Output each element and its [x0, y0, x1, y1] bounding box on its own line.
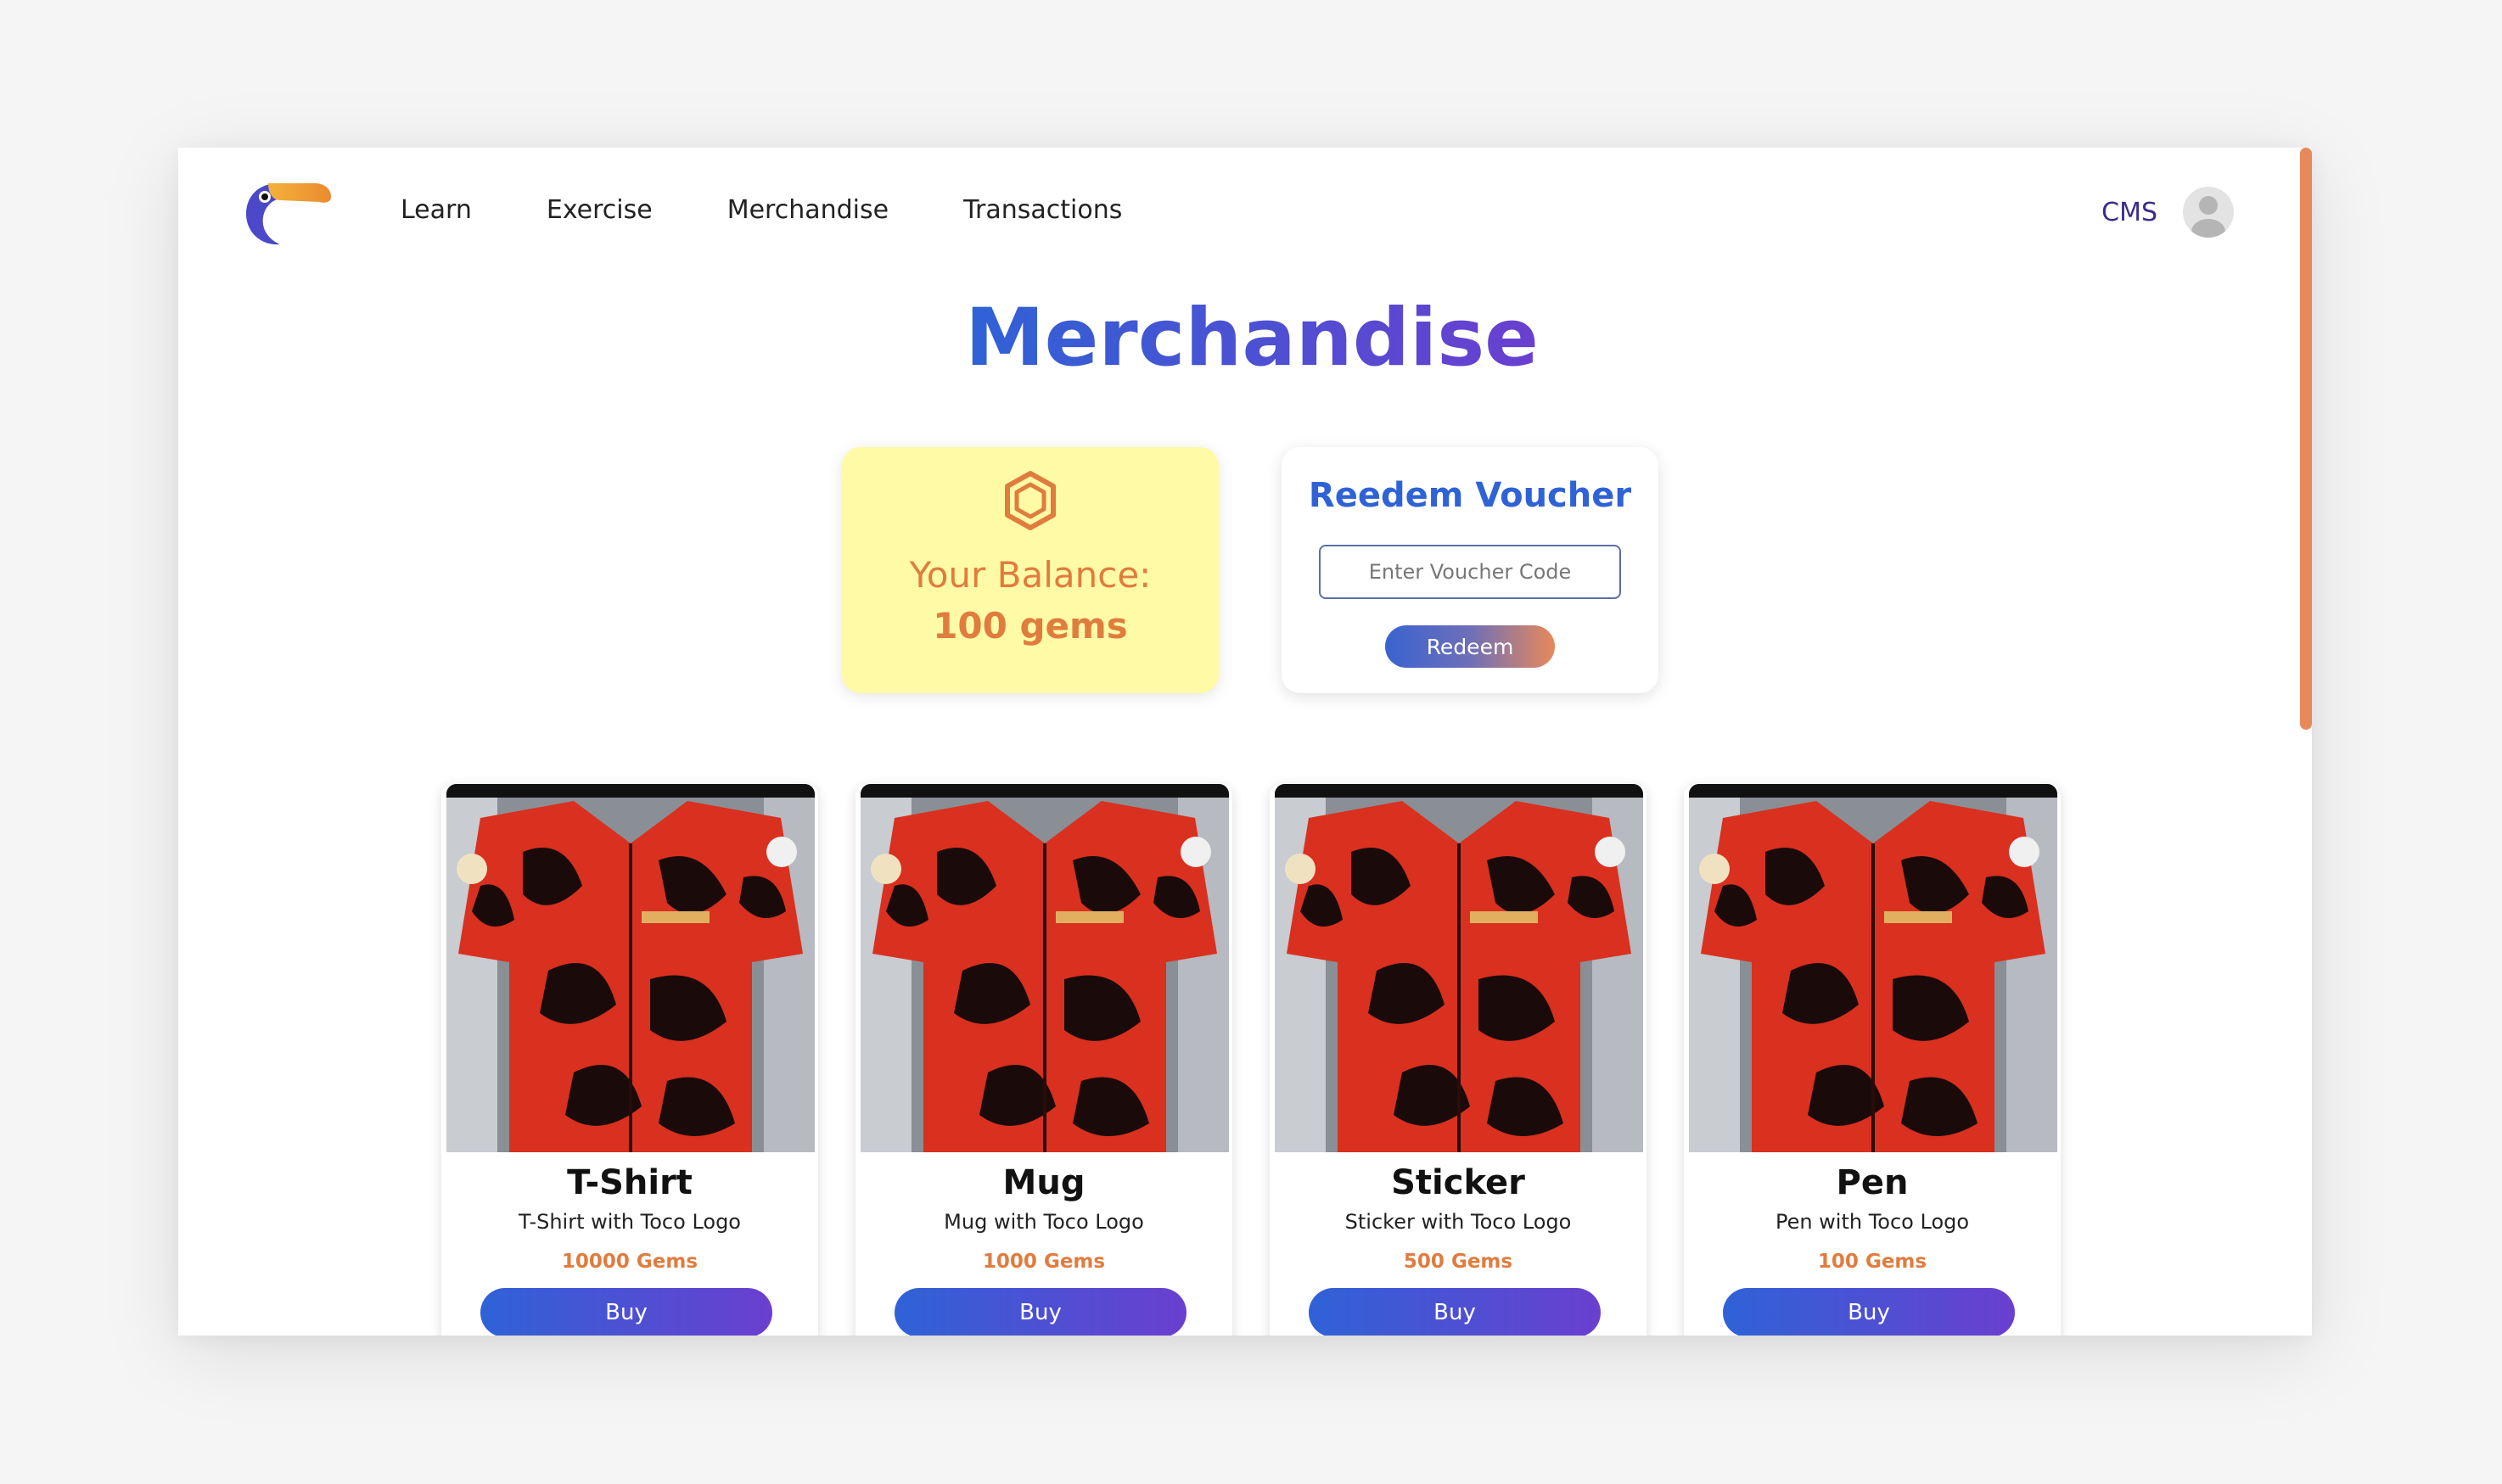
buy-button[interactable]: Buy	[1723, 1288, 2015, 1336]
voucher-card: Reedem Voucher Redeem	[1282, 447, 1658, 693]
nav-merchandise[interactable]: Merchandise	[727, 195, 889, 225]
shirt-photo-image	[1275, 784, 1643, 1152]
buy-button[interactable]: Buy	[895, 1288, 1186, 1336]
voucher-code-input[interactable]	[1319, 545, 1621, 599]
product-price: 1000 Gems	[982, 1251, 1106, 1273]
product-description: Pen with Toco Logo	[1775, 1210, 1970, 1234]
product-price: 10000 Gems	[561, 1251, 698, 1273]
product-description: Mug with Toco Logo	[944, 1210, 1144, 1234]
product-card-mug: Mug Mug with Toco Logo 1000 Gems Buy	[856, 784, 1232, 1336]
balance-card: Your Balance: 100 gems	[842, 447, 1219, 693]
product-name: Mug	[1002, 1163, 1086, 1202]
buy-button[interactable]: Buy	[1309, 1288, 1601, 1336]
product-image	[446, 784, 815, 1152]
scrollbar-thumb[interactable]	[2300, 148, 2312, 730]
user-avatar[interactable]	[2183, 187, 2234, 238]
product-description: T-Shirt with Toco Logo	[518, 1210, 741, 1234]
nav-learn[interactable]: Learn	[401, 195, 472, 225]
product-image	[1275, 784, 1643, 1152]
product-name: Pen	[1836, 1163, 1909, 1202]
product-image	[861, 784, 1229, 1152]
shirt-photo-image	[861, 784, 1229, 1152]
nav-transactions[interactable]: Transactions	[963, 195, 1122, 225]
product-image	[1689, 784, 2057, 1152]
balance-label: Your Balance:	[909, 554, 1152, 596]
product-grid: T-Shirt T-Shirt with Toco Logo 10000 Gem…	[441, 784, 2122, 1336]
avatar-body	[2191, 219, 2225, 238]
product-name: Sticker	[1391, 1163, 1525, 1202]
product-card-pen: Pen Pen with Toco Logo 100 Gems Buy	[1684, 784, 2061, 1336]
app-window: Learn Exercise Merchandise Transactions …	[178, 148, 2312, 1336]
cms-link[interactable]: CMS	[2101, 198, 2157, 227]
product-price: 100 Gems	[1817, 1251, 1927, 1273]
product-card-tshirt: T-Shirt T-Shirt with Toco Logo 10000 Gem…	[441, 784, 818, 1336]
shirt-photo-image	[1689, 784, 2057, 1152]
toucan-logo-icon[interactable]	[243, 178, 333, 246]
product-name: T-Shirt	[567, 1163, 693, 1202]
balance-value: 100 gems	[933, 605, 1128, 647]
nav-right: CMS	[2101, 187, 2234, 238]
product-price: 500 Gems	[1403, 1251, 1513, 1273]
avatar-head	[2199, 196, 2218, 215]
product-card-sticker: Sticker Sticker with Toco Logo 500 Gems …	[1270, 784, 1646, 1336]
page-title-text: Merchandise	[965, 292, 1539, 384]
voucher-title: Reedem Voucher	[1308, 476, 1632, 515]
buy-button[interactable]: Buy	[480, 1288, 772, 1336]
nav-exercise[interactable]: Exercise	[547, 195, 653, 225]
redeem-button[interactable]: Redeem	[1385, 625, 1555, 668]
main-nav: Learn Exercise Merchandise Transactions	[401, 195, 1197, 225]
page-title: Merchandise	[178, 292, 2312, 384]
shirt-photo-image	[446, 784, 815, 1152]
product-description: Sticker with Toco Logo	[1344, 1210, 1572, 1234]
gem-hexagon-icon	[1005, 471, 1056, 530]
